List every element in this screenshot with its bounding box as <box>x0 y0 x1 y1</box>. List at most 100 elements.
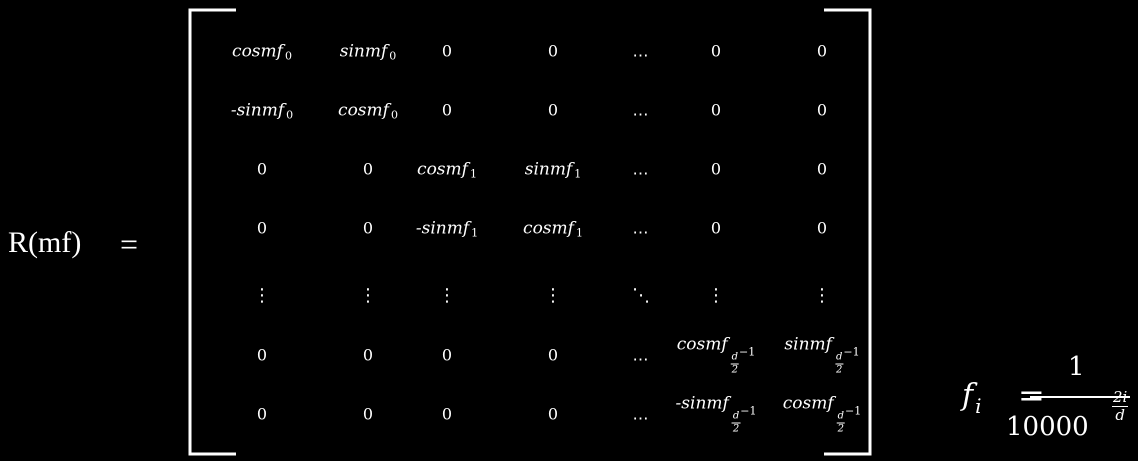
formula-var: f <box>962 378 974 413</box>
matrix-zero: 0 <box>362 218 374 238</box>
matrix-cell: sinmf d 2 −1 <box>784 336 860 376</box>
matrix-cell: ⋮ <box>544 287 562 305</box>
matrix-cell: 0 <box>442 102 452 120</box>
formula-exponent: 2i d <box>1112 390 1129 424</box>
matrix-cell: ⋮ <box>253 287 271 305</box>
matrix-zero: 0 <box>816 100 828 120</box>
vertical-ellipsis: ⋮ <box>438 285 456 306</box>
matrix-cell: 0 <box>710 159 722 179</box>
subscript-tail: −1 <box>845 404 862 418</box>
matrix-cell: … <box>632 41 650 61</box>
right-bracket <box>822 8 872 456</box>
vertical-ellipsis: ⋮ <box>359 285 377 306</box>
matrix-cell: cosmf 0 <box>232 41 292 62</box>
matrix-zero: 0 <box>710 159 722 179</box>
matrix-zero: 0 <box>256 345 268 365</box>
trig-subscript: 1 <box>575 226 583 240</box>
horizontal-ellipsis: … <box>632 218 650 238</box>
horizontal-ellipsis: … <box>632 404 650 424</box>
matrix-cell: 0 <box>710 41 722 61</box>
matrix-cell: 0 <box>548 347 558 365</box>
horizontal-ellipsis: … <box>632 345 650 365</box>
horizontal-ellipsis: … <box>632 41 650 61</box>
matrix-cell: -sinmf d 2 −1 <box>675 393 757 435</box>
vertical-ellipsis: ⋮ <box>544 285 562 306</box>
matrix-zero: 0 <box>441 404 453 424</box>
matrix-cell: cosmf d 2 −1 <box>782 393 862 435</box>
matrix-cell: 0 <box>362 404 374 424</box>
matrix-cell: ⋮ <box>438 287 456 305</box>
exponent-denominator: d <box>1115 406 1125 424</box>
matrix-cell: cosmf 1 <box>417 159 477 181</box>
matrix-zero: 0 <box>816 159 828 179</box>
matrix-cell: 0 <box>441 345 453 365</box>
matrix-cell: 0 <box>816 159 828 179</box>
matrix-zero: 0 <box>710 100 722 120</box>
matrix-cell: cosmf d 2 −1 <box>676 334 756 376</box>
matrix-cell: 0 <box>548 406 558 424</box>
horizontal-ellipsis: … <box>632 159 650 179</box>
matrix-zero: 0 <box>256 159 268 179</box>
trig-term: -sinmf <box>415 218 470 239</box>
matrix-cell: 0 <box>816 100 828 120</box>
trig-subscript: 1 <box>574 167 582 181</box>
matrix-zero: 0 <box>362 345 374 365</box>
matrix-zero: 0 <box>547 41 559 61</box>
matrix-cell: -sinmf 0 <box>231 102 293 121</box>
matrix-cell: ⋮ <box>707 287 725 305</box>
matrix-cell: 0 <box>256 159 268 179</box>
matrix-cell: 0 <box>547 41 559 61</box>
matrix-zero: 0 <box>362 404 374 424</box>
subscript-denominator: 2 <box>731 364 739 376</box>
trig-term: cosmf <box>676 334 728 355</box>
matrix-cell: 0 <box>362 218 374 238</box>
subscript-tail: −1 <box>740 404 757 418</box>
matrix-cell: … <box>632 345 650 365</box>
matrix-zero: 0 <box>710 41 722 61</box>
matrix-zero: 0 <box>256 218 268 238</box>
matrix-cell: -sinmf 1 <box>415 218 478 239</box>
matrix-cell: 0 <box>711 220 721 238</box>
trig-subscript: 1 <box>469 167 477 181</box>
trig-term: cosmf <box>782 393 834 414</box>
subscript-tail: −1 <box>739 345 756 359</box>
matrix-cell: 0 <box>816 218 828 238</box>
trig-term: cosmf <box>232 41 283 62</box>
formula-subscript: i <box>975 394 982 418</box>
vertical-ellipsis: ⋮ <box>253 285 271 306</box>
matrix-cell: ⋱ <box>632 287 650 305</box>
matrix-cell: 0 <box>548 102 558 120</box>
subscript-tail: −1 <box>843 345 860 359</box>
subscript-denominator: 2 <box>732 423 740 435</box>
subscript-denominator: 2 <box>837 423 845 435</box>
matrix-zero: 0 <box>441 345 453 365</box>
matrix-cell: 0 <box>362 159 374 179</box>
matrix-zero: 0 <box>816 41 828 61</box>
matrix-cell: 0 <box>256 404 268 424</box>
matrix-cell: cosmf 0 <box>338 102 398 121</box>
subscript-fraction: d2 <box>834 351 844 376</box>
subscript-fraction: d2 <box>731 410 741 435</box>
matrix-cell: cosmf 1 <box>523 220 583 240</box>
matrix-cell: … <box>632 218 650 238</box>
formula-lhs: fi <box>962 378 982 418</box>
matrix-cell: 0 <box>442 43 452 61</box>
matrix-zero: 0 <box>362 159 374 179</box>
matrix-cell: 0 <box>816 41 828 61</box>
matrix-zero: 0 <box>256 404 268 424</box>
subscript-numerator: d <box>834 351 844 365</box>
trig-term: cosmf <box>417 159 468 180</box>
subscript-numerator: d <box>731 410 741 424</box>
diagonal-ellipsis: ⋱ <box>632 285 650 306</box>
matrix-cell: 0 <box>256 218 268 238</box>
matrix-lhs-label: R(mf) <box>8 226 82 259</box>
formula-equals: = <box>1018 376 1045 414</box>
matrix-cell: … <box>632 404 650 424</box>
matrix-zero: 0 <box>816 218 828 238</box>
horizontal-ellipsis: … <box>632 100 650 120</box>
trig-term: -sinmf <box>675 393 729 414</box>
formula-base: 10000 <box>1006 412 1089 442</box>
trig-term: sinmf <box>339 41 388 62</box>
formula-denominator: 10000 <box>1006 412 1089 442</box>
trig-subscript: 0 <box>389 49 397 63</box>
